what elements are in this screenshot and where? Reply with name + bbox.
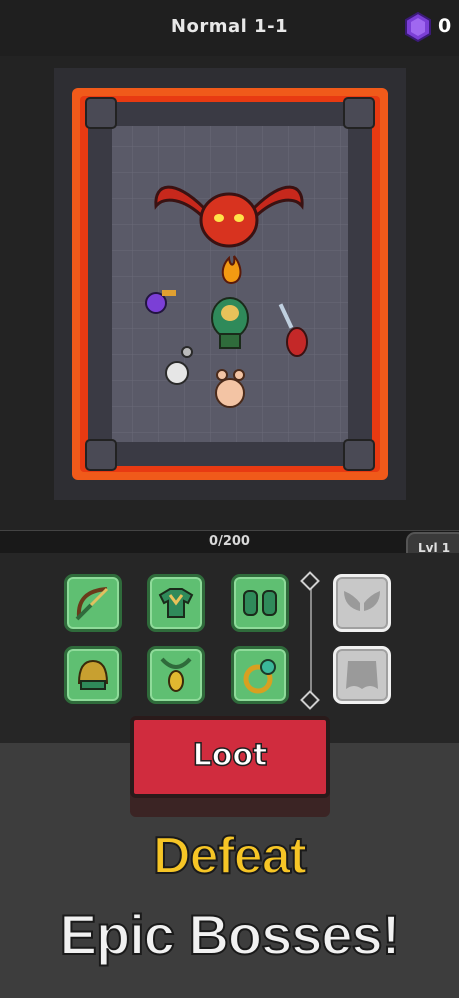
- wings-icon: [344, 591, 380, 611]
- equip-slot-armor[interactable]: [147, 574, 205, 632]
- promo-line-1: Defeat: [152, 826, 308, 886]
- equip-slot-amulet[interactable]: [147, 646, 205, 704]
- stage-title: Normal 1-1: [170, 16, 289, 37]
- chest-armor-icon: [158, 588, 194, 618]
- ring-icon: [243, 659, 276, 694]
- locked-slot-wings[interactable]: [333, 574, 391, 632]
- loot-button[interactable]: Loot: [130, 716, 330, 798]
- gem-count: 0: [438, 15, 452, 37]
- equip-slot-helmet[interactable]: [64, 646, 122, 704]
- loot-button-label: Loot: [192, 737, 268, 774]
- experience-text: 0/200: [209, 534, 250, 549]
- gloves-icon: [243, 590, 277, 616]
- promo-line-2: Epic Bosses!: [59, 902, 402, 967]
- battle-arena: [54, 68, 406, 500]
- experience-bar: 0/200: [0, 530, 459, 554]
- amulet-icon: [160, 657, 192, 692]
- locked-slot-cape[interactable]: [333, 646, 391, 704]
- helmet-icon: [77, 659, 109, 690]
- cape-icon: [346, 661, 378, 689]
- bow-icon: [75, 587, 109, 621]
- purple-gem-icon: [405, 12, 431, 42]
- equip-slot-bow[interactable]: [64, 574, 122, 632]
- slot-divider: [310, 578, 312, 700]
- equip-slot-ring[interactable]: [231, 646, 289, 704]
- equip-slot-gloves[interactable]: [231, 574, 289, 632]
